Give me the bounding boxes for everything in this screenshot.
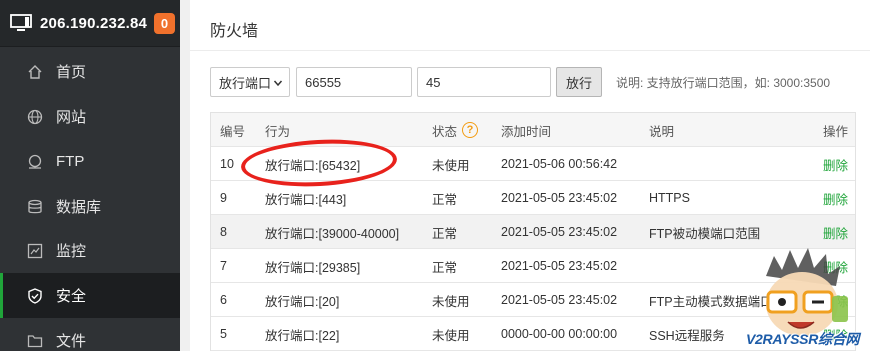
- cell-id: 8: [220, 225, 227, 239]
- header-action: 行为: [265, 124, 291, 139]
- table-row: 10 放行端口:[65432] 未使用 2021-05-06 00:56:42 …: [211, 147, 855, 181]
- cell-action: 放行端口:[443]: [265, 192, 347, 207]
- cell-time: 2021-05-05 23:45:02: [501, 293, 618, 307]
- database-icon: [26, 198, 44, 216]
- header-status: 状态?: [432, 113, 479, 147]
- home-icon: [26, 63, 44, 81]
- cell-time: 2021-05-05 23:45:02: [501, 191, 618, 205]
- table-row: 8 放行端口:[39000-40000] 正常 2021-05-05 23:45…: [211, 215, 855, 249]
- sidebar-item-website[interactable]: 网站: [0, 94, 180, 139]
- delete-link[interactable]: 删除: [823, 181, 848, 215]
- shield-icon: [26, 287, 44, 305]
- delete-link[interactable]: 删除: [823, 147, 848, 181]
- cell-status: 未使用: [432, 328, 470, 343]
- cell-id: 10: [220, 157, 234, 171]
- cell-desc: FTP被动模端口范围: [649, 226, 761, 241]
- cell-desc: SSH远程服务: [649, 328, 725, 343]
- remark-input[interactable]: 45: [417, 67, 551, 97]
- cell-action: 放行端口:[29385]: [265, 260, 361, 275]
- sidebar-item-label: FTP: [56, 153, 85, 170]
- cell-status: 正常: [432, 226, 458, 241]
- sidebar-item-label: 文件: [56, 333, 87, 350]
- cell-time: 2021-05-05 23:45:02: [501, 259, 618, 273]
- port-value: 66555: [305, 74, 342, 90]
- cell-time: 2021-05-06 00:56:42: [501, 157, 618, 171]
- sidebar-item-label: 安全: [56, 288, 87, 305]
- sidebar: 206.190.232.84 0 首页 网站 FTP 数据库 监控 安全 文件: [0, 0, 180, 351]
- globe-icon: [26, 108, 44, 126]
- cell-status: 未使用: [432, 294, 470, 309]
- sidebar-item-label: 数据库: [56, 199, 102, 216]
- cell-id: 5: [220, 327, 227, 341]
- watermark-text: V2RAYSSR综合网: [746, 331, 860, 347]
- sidebar-item-label: 首页: [56, 64, 87, 81]
- port-input[interactable]: 66555: [296, 67, 412, 97]
- monitor-chart-icon: [26, 242, 44, 260]
- server-header: 206.190.232.84: [0, 0, 180, 47]
- sidebar-item-ftp[interactable]: FTP: [0, 139, 180, 184]
- header-op: 操作: [823, 124, 849, 139]
- help-note: 说明: 支持放行端口范围，如: 3000:3500: [616, 76, 831, 90]
- delete-link[interactable]: 删除: [823, 215, 848, 249]
- table-header: 编号 行为 状态? 添加时间 说明 操作: [211, 113, 855, 147]
- cell-status: 正常: [432, 260, 458, 275]
- sidebar-item-monitor[interactable]: 监控: [0, 228, 180, 273]
- ftp-icon: [26, 153, 44, 171]
- table-row: 9 放行端口:[443] 正常 2021-05-05 23:45:02 HTTP…: [211, 181, 855, 215]
- header-time: 添加时间: [501, 124, 552, 139]
- page-title: 防火墙: [210, 23, 259, 40]
- notification-badge[interactable]: 0: [154, 13, 175, 34]
- rule-type-select[interactable]: 放行端口: [210, 67, 290, 97]
- cell-id: 9: [220, 191, 227, 205]
- header-status-label: 状态: [432, 124, 458, 139]
- sidebar-item-database[interactable]: 数据库: [0, 184, 180, 229]
- server-ip: 206.190.232.84: [40, 14, 148, 32]
- folder-icon: [26, 332, 44, 350]
- divider: [190, 50, 870, 51]
- cell-id: 6: [220, 293, 227, 307]
- cell-id: 7: [220, 259, 227, 273]
- select-value: 放行端口: [219, 75, 272, 91]
- header-desc: 说明: [649, 124, 675, 139]
- cell-time: 2021-05-05 23:45:02: [501, 225, 618, 239]
- cell-status: 未使用: [432, 158, 470, 173]
- sidebar-item-label: 网站: [56, 109, 87, 126]
- cell-action: 放行端口:[20]: [265, 294, 340, 309]
- allow-button[interactable]: 放行: [556, 67, 602, 97]
- monitor-icon: [10, 14, 32, 32]
- cell-action: 放行端口:[22]: [265, 328, 340, 343]
- chevron-down-icon: [273, 76, 283, 91]
- cell-status: 正常: [432, 192, 458, 207]
- sidebar-item-label: 监控: [56, 243, 87, 260]
- header-id: 编号: [220, 124, 246, 139]
- remark-value: 45: [426, 74, 441, 90]
- cell-action: 放行端口:[39000-40000]: [265, 226, 400, 241]
- help-icon[interactable]: ?: [462, 122, 479, 138]
- sidebar-item-security[interactable]: 安全: [0, 273, 180, 318]
- cell-action: 放行端口:[65432]: [265, 158, 361, 173]
- sidebar-item-files[interactable]: 文件: [0, 318, 180, 351]
- cell-time: 0000-00-00 00:00:00: [501, 327, 618, 341]
- cell-desc: HTTPS: [649, 191, 690, 205]
- sidebar-item-home[interactable]: 首页: [0, 49, 180, 94]
